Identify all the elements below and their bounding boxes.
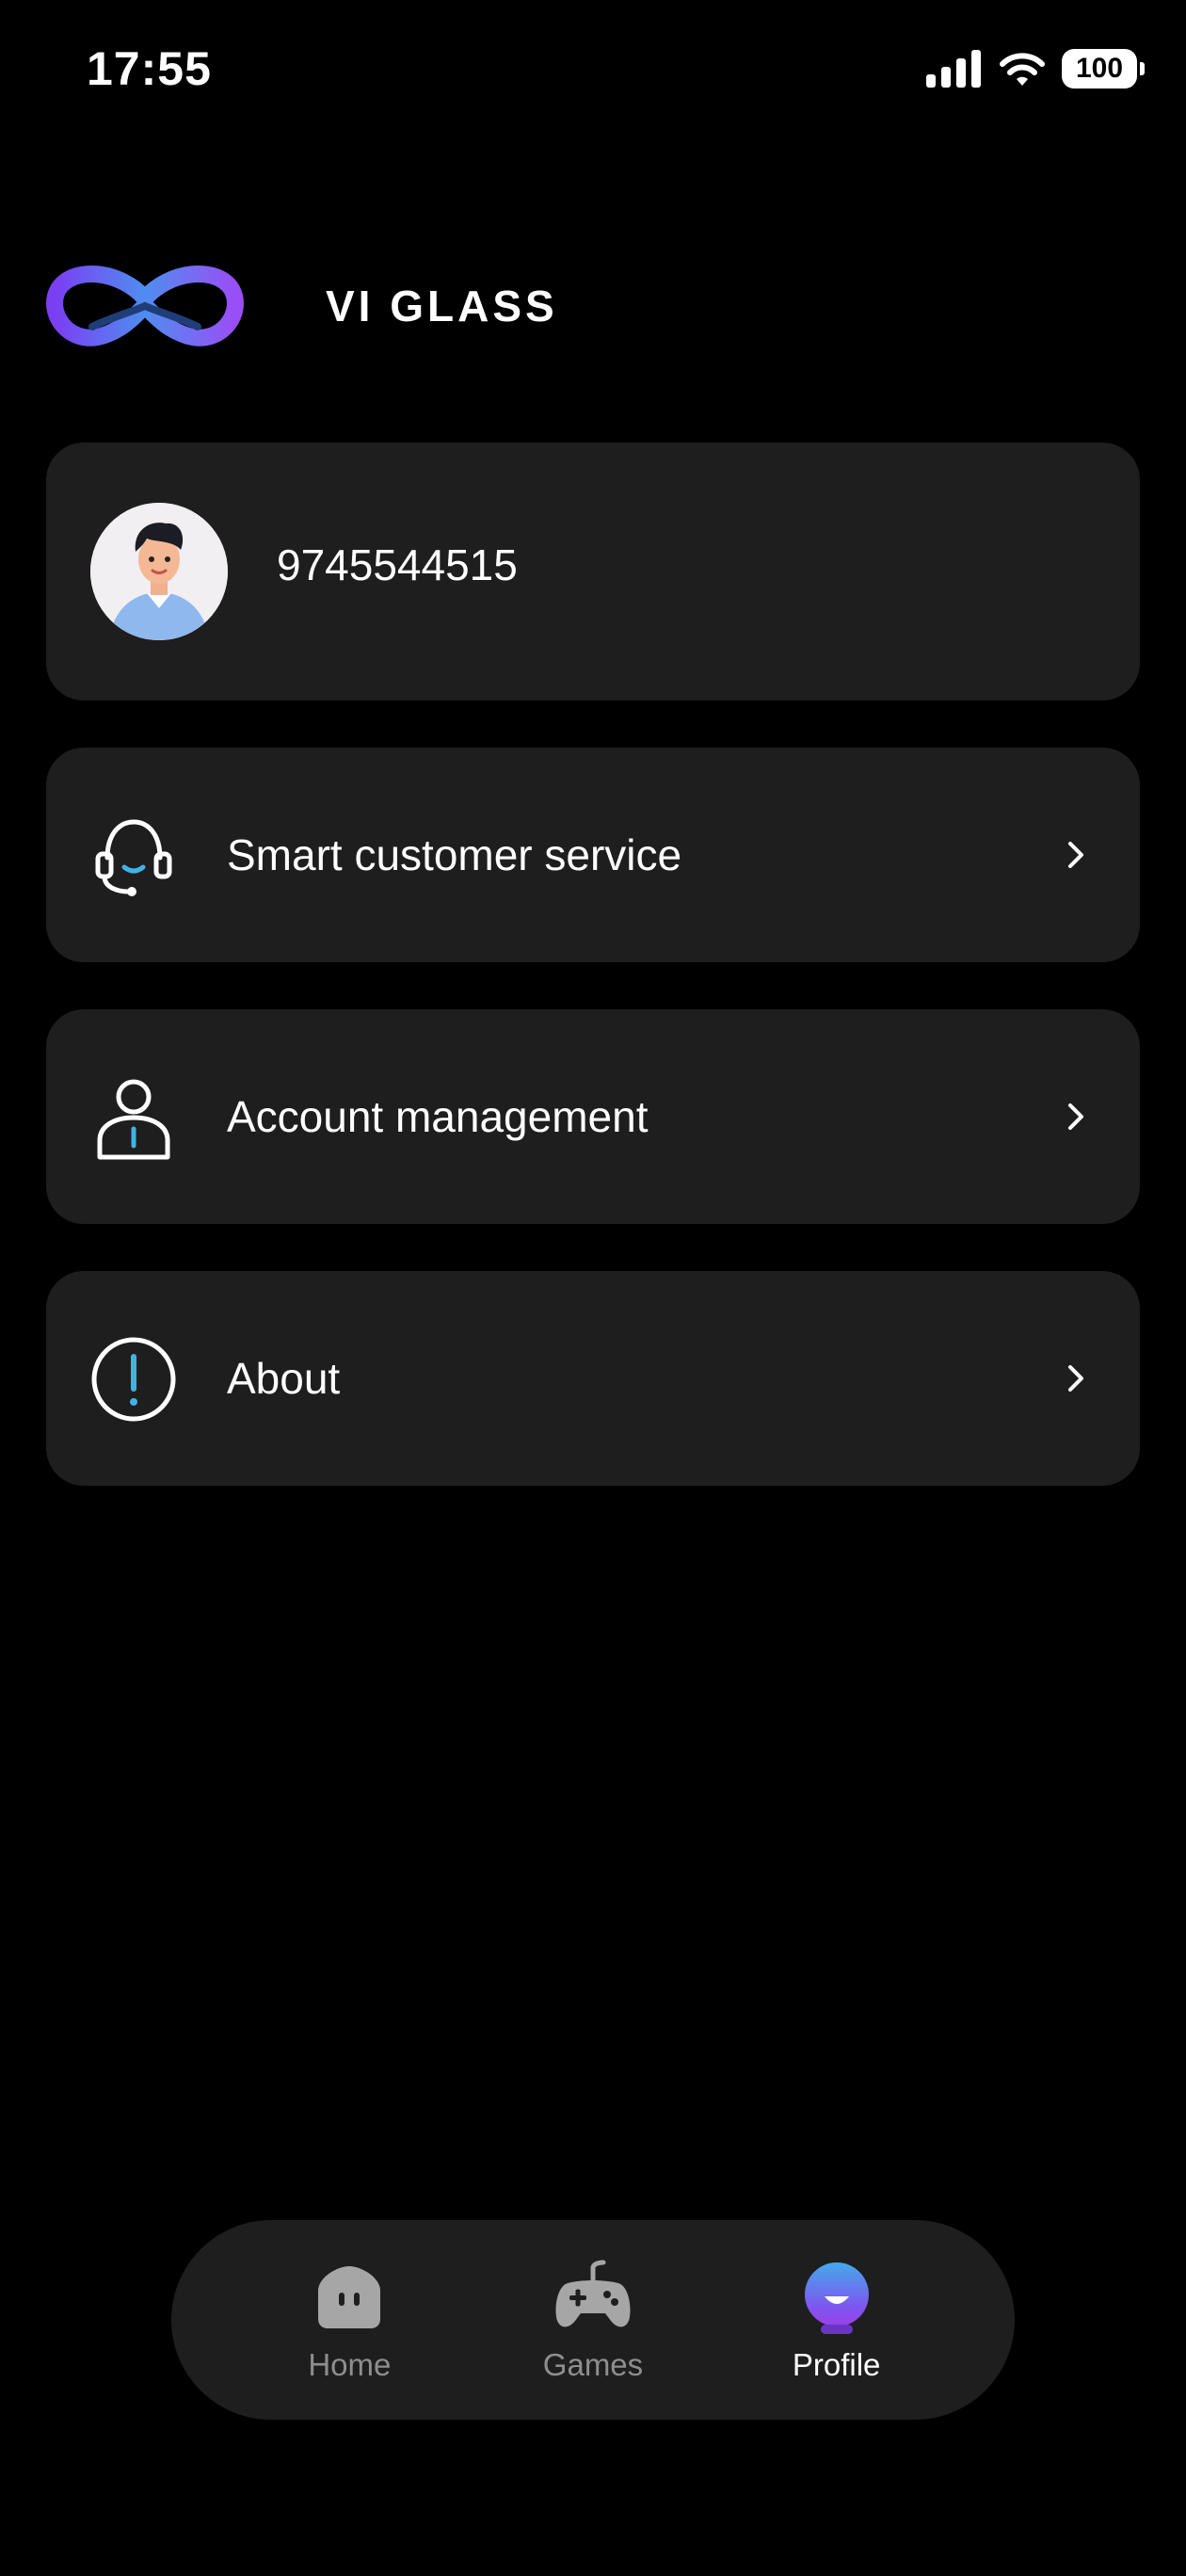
gamepad-icon [555,2260,631,2327]
vi-glass-logo-icon [46,266,244,346]
profile-card[interactable]: 9745544515 [46,443,1140,700]
menu-label: Smart customer service [227,830,682,879]
user-icon [97,1079,170,1160]
brand-header: VI GLASS [45,254,558,358]
chevron-right-icon [1068,842,1083,868]
battery-icon: 100 [1062,49,1145,89]
chevron-right-icon [1068,1103,1083,1130]
profile-phone-number: 9745544515 [277,540,518,589]
brand-name: VI GLASS [326,282,558,330]
avatar-illustration-icon [90,503,228,640]
tab-games[interactable]: Games [499,2257,687,2383]
menu-item-about[interactable]: About [46,1271,1140,1486]
profile-bubble-icon [804,2262,869,2334]
tab-label: Games [542,2347,644,2382]
tab-label: Home [308,2347,392,2382]
tab-profile[interactable]: Profile [743,2257,931,2383]
home-robot-icon [318,2266,381,2328]
info-icon [91,1337,176,1422]
tab-home[interactable]: Home [255,2257,443,2383]
avatar[interactable] [90,503,228,640]
status-bar: 17:55 100 [0,0,1186,141]
headset-icon [95,819,172,896]
menu-item-account-management[interactable]: Account management [46,1009,1140,1224]
wifi-icon [1000,53,1045,86]
chevron-right-icon [1068,1365,1083,1392]
menu-label: Account management [227,1092,649,1141]
signal-icon [926,50,981,88]
status-time: 17:55 [87,42,212,95]
menu-item-smart-customer-service[interactable]: Smart customer service [46,748,1140,962]
status-icons: 100 [926,49,1145,89]
bottom-tab-bar: Home Games Profile [171,2220,1015,2420]
tab-label: Profile [792,2347,881,2382]
menu-label: About [227,1354,341,1403]
